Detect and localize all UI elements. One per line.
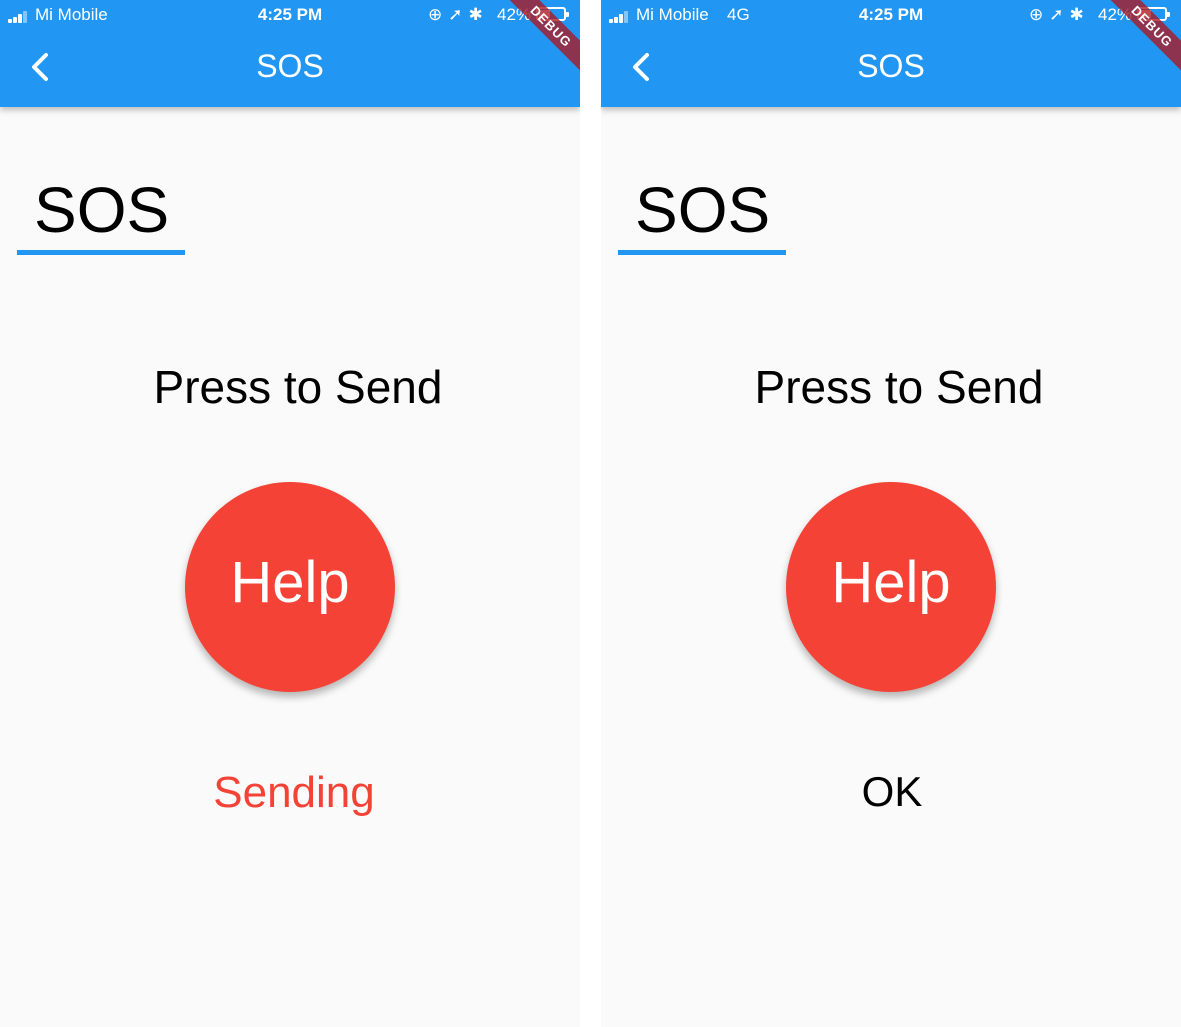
bluetooth-icon: ✱ — [1069, 5, 1090, 24]
clock: 4:25 PM — [858, 5, 924, 24]
clock: 4:25 PM — [257, 5, 323, 24]
rotation-lock-icon: ⊕ — [428, 5, 449, 24]
heading-underline — [618, 250, 786, 255]
help-button[interactable]: Help — [786, 482, 996, 692]
bluetooth-icon: ✱ — [468, 5, 489, 24]
phone-screen-ok: Mi Mobile 4G 4:25 PM ⊕➚✱ 42% SOS DEBUG S… — [601, 0, 1181, 1027]
location-icon: ➚ — [448, 5, 469, 24]
app-bar: Mi Mobile 4:25 PM ⊕➚✱ 42% SOS — [0, 0, 580, 107]
instruction-text: Press to Send — [153, 361, 443, 413]
heading-underline — [17, 250, 185, 255]
page-heading: SOS — [34, 174, 170, 246]
status-bar: Mi Mobile 4:25 PM ⊕➚✱ 42% — [0, 0, 580, 30]
status-icons: ⊕➚✱ — [428, 5, 489, 25]
status-bar: Mi Mobile 4G 4:25 PM ⊕➚✱ 42% — [601, 0, 1181, 30]
status-icons: ⊕➚✱ — [1029, 5, 1090, 25]
location-icon: ➚ — [1049, 5, 1070, 24]
app-bar: Mi Mobile 4G 4:25 PM ⊕➚✱ 42% SOS — [601, 0, 1181, 107]
instruction-text: Press to Send — [754, 361, 1044, 413]
phone-screen-sending: Mi Mobile 4:25 PM ⊕➚✱ 42% SOS DEBUG SOS … — [0, 0, 580, 1027]
page-heading: SOS — [635, 174, 771, 246]
appbar-title: SOS — [857, 48, 925, 84]
rotation-lock-icon: ⊕ — [1029, 5, 1050, 24]
send-status-text: Sending — [213, 768, 375, 817]
appbar-title: SOS — [256, 48, 324, 84]
help-button[interactable]: Help — [185, 482, 395, 692]
comparison-stage: Mi Mobile 4:25 PM ⊕➚✱ 42% SOS DEBUG SOS … — [0, 0, 1181, 1027]
send-status-text: OK — [861, 768, 923, 815]
